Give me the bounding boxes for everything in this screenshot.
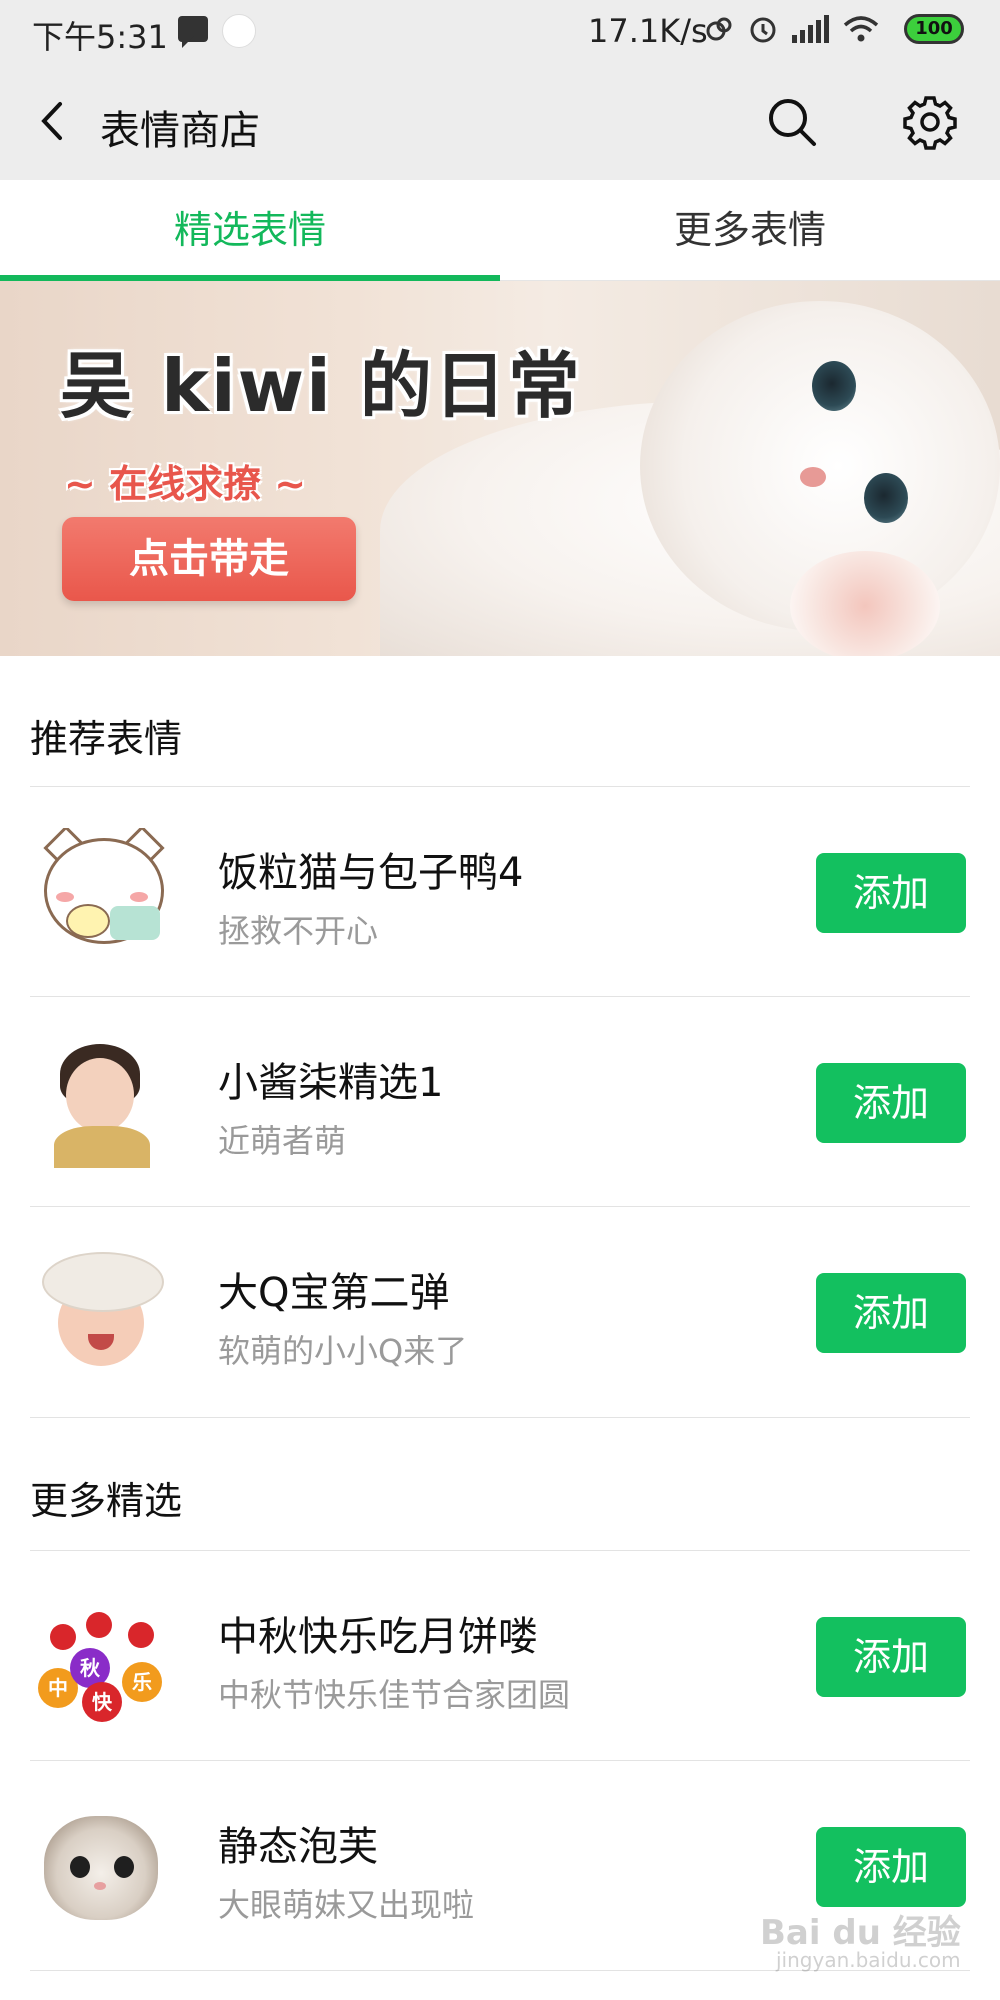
watermark-url: jingyan.baidu.com [776,1948,961,1972]
banner-title: 吴 kiwi 的日常 [60,344,582,428]
list-item[interactable]: 大Q宝第二弹 软萌的小小Q来了 添加 [0,1208,1000,1418]
banner-cat-nose [800,467,826,487]
watermark-logo: Bai du 经验 [760,1913,961,1953]
app-notification-icon [222,14,256,48]
item-desc: 大眼萌妹又出现啦 [218,1886,475,1924]
item-desc: 拯救不开心 [218,912,379,950]
back-icon[interactable] [30,96,80,146]
link-icon [706,17,732,41]
sticker-thumbnail [36,828,166,958]
wifi-icon [843,16,879,42]
divider [30,1760,970,1761]
item-name: 中秋快乐吃月饼喽 [218,1614,538,1660]
item-name: 静态泡芙 [218,1824,378,1870]
item-desc: 中秋节快乐佳节合家团圆 [218,1676,571,1714]
sticker-thumbnail [36,1038,166,1168]
sticker-thumbnail [36,1802,166,1932]
divider [30,786,970,787]
signal-icon [792,15,829,43]
status-icons [706,14,879,44]
search-icon[interactable] [764,94,820,150]
app-header: 表情商店 [0,62,1000,180]
item-name: 大Q宝第二弹 [218,1270,450,1316]
add-button[interactable]: 添加 [816,853,966,933]
tab-bar: 精选表情 更多表情 [0,180,1000,281]
banner-cat-paw [790,551,940,656]
add-button[interactable]: 添加 [816,1617,966,1697]
add-button[interactable]: 添加 [816,1273,966,1353]
divider [30,996,970,997]
item-desc: 近萌者萌 [218,1122,347,1160]
alarm-icon [750,17,776,43]
list-item[interactable]: 饭粒猫与包子鸭4 拯救不开心 添加 [0,788,1000,998]
banner-cat-eye [812,361,856,411]
sticker-thumbnail: 中 秋 快 乐 [36,1592,166,1722]
tab-featured[interactable]: 精选表情 [0,180,500,280]
item-name: 小酱柒精选1 [218,1060,444,1106]
tab-more[interactable]: 更多表情 [500,180,1000,280]
divider [30,1417,970,1418]
sticker-thumbnail [36,1248,166,1378]
add-button[interactable]: 添加 [816,1827,966,1907]
banner-cat-eye [864,473,908,523]
network-speed: 17.1K/s [588,12,708,50]
section-title-recommended: 推荐表情 [30,717,183,761]
item-name: 饭粒猫与包子鸭4 [218,850,524,896]
battery-icon: 100 [904,14,964,44]
gear-icon[interactable] [900,92,960,152]
divider [30,1206,970,1207]
status-time: 下午5:31 [32,18,168,56]
page-title: 表情商店 [100,108,260,154]
add-button[interactable]: 添加 [816,1063,966,1143]
item-desc: 软萌的小小Q来了 [218,1332,468,1370]
status-bar: 下午5:31 17.1K/s 100 [0,0,1000,62]
divider [30,1550,970,1551]
list-item[interactable]: 中 秋 快 乐 中秋快乐吃月饼喽 中秋节快乐佳节合家团圆 添加 [0,1552,1000,1762]
promo-banner[interactable]: 吴 kiwi 的日常 ~ 在线求撩 ~ 点击带走 [0,281,1000,656]
list-item[interactable]: 小酱柒精选1 近萌者萌 添加 [0,998,1000,1208]
banner-subtitle: ~ 在线求撩 ~ [64,462,307,506]
banner-cta-button[interactable]: 点击带走 [62,517,356,601]
section-title-more: 更多精选 [30,1479,183,1523]
message-icon [178,16,208,48]
